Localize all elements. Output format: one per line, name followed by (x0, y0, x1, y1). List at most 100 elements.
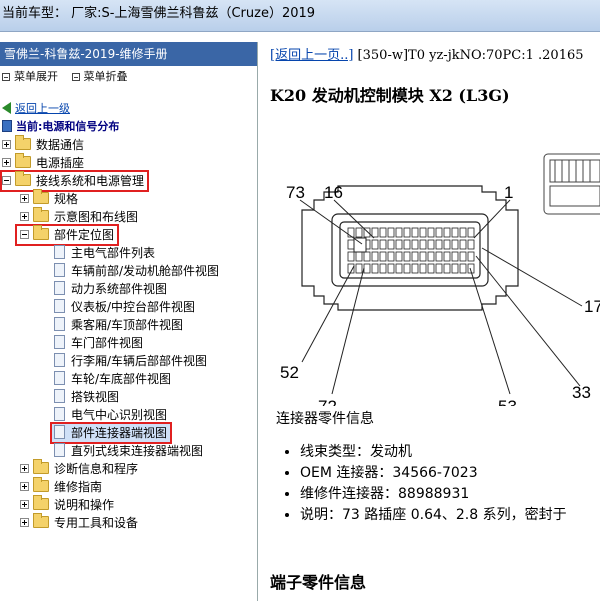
connector-pin (419, 263, 427, 274)
connector-pin (403, 263, 411, 274)
expand-icon[interactable] (20, 500, 29, 509)
connector-pin (435, 227, 443, 238)
pin-label-72: 72 (318, 397, 337, 406)
connector-pin (411, 251, 419, 262)
tree-item-specs[interactable]: 规格 (20, 189, 78, 208)
connector-pin (467, 251, 475, 262)
connector-pin (363, 251, 371, 262)
tree-item-special-tools[interactable]: 专用工具和设备 (20, 513, 138, 532)
callout-line (301, 265, 355, 363)
connector-pin (395, 227, 403, 238)
connector-diagram: 73 16 1 17 52 72 53 33 (280, 153, 600, 406)
folder-icon (33, 477, 49, 492)
tree-item-powertrain[interactable]: 动力系统部件视图 (54, 280, 167, 298)
folder-icon (33, 513, 49, 528)
expand-icon[interactable] (20, 518, 29, 527)
tree-item-ground[interactable]: 搭铁视图 (54, 388, 119, 406)
expand-icon[interactable] (2, 140, 11, 149)
connector-pin (427, 239, 435, 250)
connector-pin (435, 239, 443, 250)
tree-item-component-locator[interactable]: 部件定位图 (14, 224, 120, 246)
tree-item-front-engine[interactable]: 车辆前部/发动机舱部件视图 (54, 262, 219, 280)
folder-open-icon (33, 225, 49, 240)
callout-lines (299, 199, 583, 395)
page-icon (54, 371, 65, 385)
tree-item-electrical-center[interactable]: 电气中心识别视图 (54, 406, 167, 424)
current-location: 当前:电源和信号分布 (2, 118, 119, 134)
connector-pin (419, 227, 427, 238)
connector-info-title: 连接器零件信息 (276, 411, 374, 427)
connector-pin (451, 227, 459, 238)
expand-icon[interactable] (20, 194, 29, 203)
folder-icon (33, 459, 49, 474)
tree-item-connector-end-views[interactable]: 部件连接器端视图 (49, 422, 173, 444)
collapse-icon[interactable] (20, 230, 29, 239)
expand-icon[interactable] (2, 158, 11, 167)
tree-item-repair-guide[interactable]: 维修指南 (20, 477, 102, 496)
tree-item-doors[interactable]: 车门部件视图 (54, 334, 143, 352)
connector-pin (459, 227, 467, 238)
connector-side-view (543, 153, 600, 215)
connector-pin (379, 251, 387, 262)
connector-pin (403, 239, 411, 250)
connector-pin (395, 239, 403, 250)
collapse-icon[interactable] (2, 176, 11, 185)
expand-all-button[interactable]: 菜单展开 (2, 70, 58, 83)
page-icon (54, 425, 65, 439)
connector-pin (435, 263, 443, 274)
back-up-link[interactable]: 返回上一级 (2, 100, 70, 116)
connector-pin (387, 263, 395, 274)
tree-item-instructions[interactable]: 说明和操作 (20, 495, 114, 514)
expand-icon[interactable] (20, 482, 29, 491)
tree-item-schematics[interactable]: 示意图和布线图 (20, 207, 138, 226)
tree-item-data-comm[interactable]: 数据通信 (2, 135, 84, 154)
connector-pin (419, 239, 427, 250)
connector-pin (459, 239, 467, 250)
navigation-pane: 雪佛兰-科鲁兹-2019-维修手册 菜单展开 菜单折叠 返回上一级 当前:电源和… (0, 42, 258, 601)
expand-icon[interactable] (20, 212, 29, 221)
pin-label-1: 1 (504, 183, 513, 202)
list-item: 维修件连接器：88988931 (300, 484, 567, 505)
callout-line (475, 255, 581, 387)
connector-pin (443, 227, 451, 238)
page-icon (54, 281, 65, 295)
page-icon (54, 407, 65, 421)
collapse-all-button[interactable]: 菜单折叠 (71, 70, 128, 83)
book-icon (2, 120, 12, 132)
connector-pin (403, 227, 411, 238)
connector-pin (435, 251, 443, 262)
tree-item-main-components[interactable]: 主电气部件列表 (54, 244, 155, 262)
connector-pin (379, 227, 387, 238)
connector-pin (411, 263, 419, 274)
page-icon (54, 299, 65, 313)
pin-label-73: 73 (286, 183, 305, 202)
tree-item-diagnostics[interactable]: 诊断信息和程序 (20, 459, 138, 478)
connector-info-list: 线束类型：发动机 OEM 连接器：34566-7023 维修件连接器：88988… (300, 442, 567, 526)
folder-icon (33, 189, 49, 204)
page-icon (54, 335, 65, 349)
collapse-icon (71, 73, 80, 81)
tree-item-cabin-roof[interactable]: 乘客厢/车顶部件视图 (54, 316, 183, 334)
tree-item-wiring-power[interactable]: 接线系统和电源管理 (0, 170, 150, 192)
tree-item-dashboard[interactable]: 仪表板/中控台部件视图 (54, 298, 195, 316)
breadcrumb: [返回上一页..] [350-w]T0 yz-jkNO:70PC:1 .2016… (270, 48, 584, 63)
connector-pin (467, 239, 475, 250)
connector-pin (355, 263, 363, 274)
callout-line (331, 267, 365, 395)
connector-pin (451, 251, 459, 262)
connector-pin (403, 251, 411, 262)
connector-pin (419, 251, 427, 262)
connector-pin (395, 263, 403, 274)
tree-item-power-outlet[interactable]: 电源插座 (2, 153, 84, 172)
tree-toolbar: 菜单展开 菜单折叠 (0, 66, 257, 88)
tree-item-wheels-underbody[interactable]: 车轮/车底部件视图 (54, 370, 171, 388)
expand-icon[interactable] (20, 464, 29, 473)
connector-pin (371, 239, 379, 250)
page-icon (54, 317, 65, 331)
pin-label-53: 53 (498, 397, 517, 406)
tree-item-trunk-rear[interactable]: 行李厢/车辆后部部件视图 (54, 352, 207, 370)
back-page-link[interactable]: [返回上一页..] (270, 48, 353, 63)
pin-label-52: 52 (280, 363, 299, 382)
connector-pin (411, 227, 419, 238)
tree-item-inline-connector[interactable]: 直列式线束连接器端视图 (54, 442, 203, 460)
